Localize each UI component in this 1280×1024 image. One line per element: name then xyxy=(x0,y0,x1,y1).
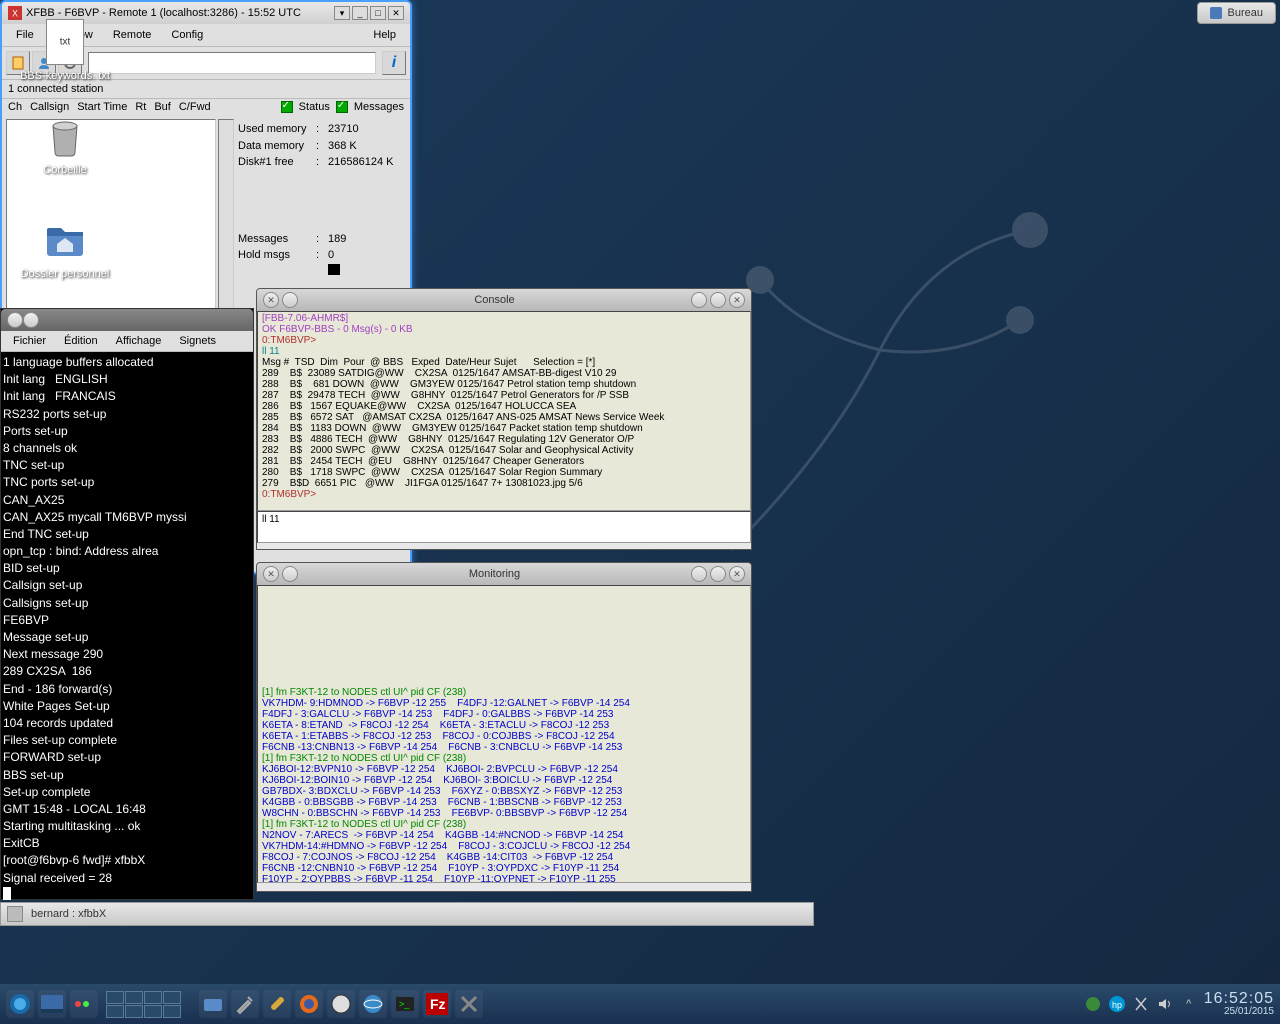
cursor xyxy=(3,887,11,900)
menu-edit[interactable]: Édition xyxy=(56,333,106,349)
console-window[interactable]: Console [FBB-7.06-AHMR$] OK F6BVP-BBS - … xyxy=(256,288,752,550)
close-icon[interactable] xyxy=(729,566,745,582)
pager-workspace[interactable] xyxy=(144,1005,162,1018)
activities-button[interactable] xyxy=(70,990,98,1018)
svg-text:hp: hp xyxy=(1112,1000,1122,1010)
minimize-icon[interactable] xyxy=(691,566,707,582)
pager[interactable] xyxy=(106,991,181,1018)
trash-icon xyxy=(41,112,89,160)
console-titlebar[interactable]: Console xyxy=(257,289,751,311)
launcher-app6[interactable] xyxy=(359,990,387,1018)
launcher-xfbb[interactable] xyxy=(455,990,483,1018)
maximize-icon[interactable] xyxy=(710,292,726,308)
terminal-icon: >_ xyxy=(394,993,416,1015)
home-folder-icon xyxy=(41,216,89,264)
close-icon[interactable] xyxy=(729,292,745,308)
window-title: Monitoring xyxy=(298,568,691,580)
launcher-dolphin[interactable] xyxy=(199,990,227,1018)
terminal-menubar: Fichier Édition Affichage Signets xyxy=(1,331,253,352)
tray-volume[interactable] xyxy=(1156,995,1174,1013)
close-icon[interactable] xyxy=(263,292,279,308)
window-menu-icon[interactable] xyxy=(7,312,23,328)
checkbox-messages[interactable] xyxy=(336,101,348,113)
checkbox-status[interactable] xyxy=(281,101,293,113)
menu-icon[interactable] xyxy=(7,906,23,922)
launcher-app5[interactable] xyxy=(327,990,355,1018)
minimize-icon[interactable] xyxy=(691,292,707,308)
desktop-icon-home[interactable]: Dossier personnel xyxy=(20,216,110,281)
task-entry[interactable]: bernard : xfbbX xyxy=(31,908,106,920)
start-button[interactable] xyxy=(6,990,34,1018)
menu-bookmarks[interactable]: Signets xyxy=(171,333,224,349)
mageia-icon xyxy=(8,992,32,1016)
launcher-terminal[interactable]: >_ xyxy=(391,990,419,1018)
clock[interactable]: 16:52:05 25/01/2015 xyxy=(1204,991,1274,1017)
world-icon xyxy=(362,993,384,1015)
firefox-icon xyxy=(298,993,320,1015)
pager-workspace[interactable] xyxy=(106,991,124,1004)
system-tray: hp ^ 16:52:05 25/01/2015 xyxy=(1084,991,1274,1017)
desktop-icon xyxy=(41,995,63,1013)
desktop-icon-label: Dossier personnel xyxy=(20,268,110,281)
speaker-icon xyxy=(1157,997,1173,1011)
pager-workspace[interactable] xyxy=(163,991,181,1004)
globe-icon xyxy=(330,993,352,1015)
desktop-icon-label: Corbeille xyxy=(20,164,110,177)
tray-hp[interactable]: hp xyxy=(1108,995,1126,1013)
tools-icon xyxy=(234,993,256,1015)
show-desktop-button[interactable] xyxy=(38,990,66,1018)
desktop-icon-trash[interactable]: Corbeille xyxy=(20,112,110,177)
terminal-output[interactable]: 1 language buffers allocated Init lang E… xyxy=(1,352,253,907)
console-input[interactable]: ll 11 xyxy=(257,511,751,543)
window-title: Console xyxy=(298,294,691,306)
maximize-icon[interactable] xyxy=(710,566,726,582)
menu-file[interactable]: Fichier xyxy=(5,333,54,349)
monitoring-titlebar[interactable]: Monitoring xyxy=(257,563,751,585)
pager-workspace[interactable] xyxy=(144,991,162,1004)
sticky-icon[interactable] xyxy=(282,566,298,582)
pager-workspace[interactable] xyxy=(106,1005,124,1018)
launcher-settings[interactable] xyxy=(231,990,259,1018)
bureau-button[interactable]: Bureau xyxy=(1197,2,1276,24)
terminal-titlebar[interactable] xyxy=(1,309,253,331)
pager-workspace[interactable] xyxy=(163,1005,181,1018)
clock-date: 25/01/2015 xyxy=(1204,1007,1274,1017)
svg-text:Fz: Fz xyxy=(430,996,446,1012)
terminal-window[interactable]: Fichier Édition Affichage Signets 1 lang… xyxy=(0,308,254,900)
folder-icon xyxy=(202,993,224,1015)
monitoring-window[interactable]: Monitoring [1] fm F3KT-12 to NODES ctl U… xyxy=(256,562,752,892)
taskbar: >_ Fz hp ^ 16:52:05 25/01/2015 xyxy=(0,984,1280,1024)
sticky-icon[interactable] xyxy=(282,292,298,308)
scissors-icon xyxy=(1134,996,1148,1012)
launcher-filezilla[interactable]: Fz xyxy=(423,990,451,1018)
xfbb-icon xyxy=(458,993,480,1015)
launcher-info[interactable] xyxy=(263,990,291,1018)
pager-workspace[interactable] xyxy=(125,1005,143,1018)
text-file-icon xyxy=(46,19,84,65)
tray-expand[interactable]: ^ xyxy=(1180,995,1198,1013)
close-icon[interactable] xyxy=(263,566,279,582)
window-sticky-icon[interactable] xyxy=(23,312,39,328)
launcher-firefox[interactable] xyxy=(295,990,323,1018)
tray-updates[interactable] xyxy=(1084,995,1102,1013)
desktop-icon-label: BBS-keywords. txt xyxy=(20,70,110,83)
console-output[interactable]: [FBB-7.06-AHMR$] OK F6BVP-BBS - 0 Msg(s)… xyxy=(257,311,751,511)
svg-text:>_: >_ xyxy=(399,999,410,1009)
menu-view[interactable]: Affichage xyxy=(108,333,170,349)
pager-workspace[interactable] xyxy=(125,991,143,1004)
window-list-bar: bernard : xfbbX xyxy=(0,902,814,926)
wrench-icon xyxy=(266,993,288,1015)
filezilla-icon: Fz xyxy=(426,993,448,1015)
desktop-icon-txt[interactable]: BBS-keywords. txt xyxy=(20,18,110,83)
dots-icon xyxy=(74,997,94,1011)
tray-klipper[interactable] xyxy=(1132,995,1150,1013)
monitoring-output[interactable]: [1] fm F3KT-12 to NODES ctl UI^ pid CF (… xyxy=(257,585,751,883)
clock-time: 16:52:05 xyxy=(1204,991,1274,1007)
